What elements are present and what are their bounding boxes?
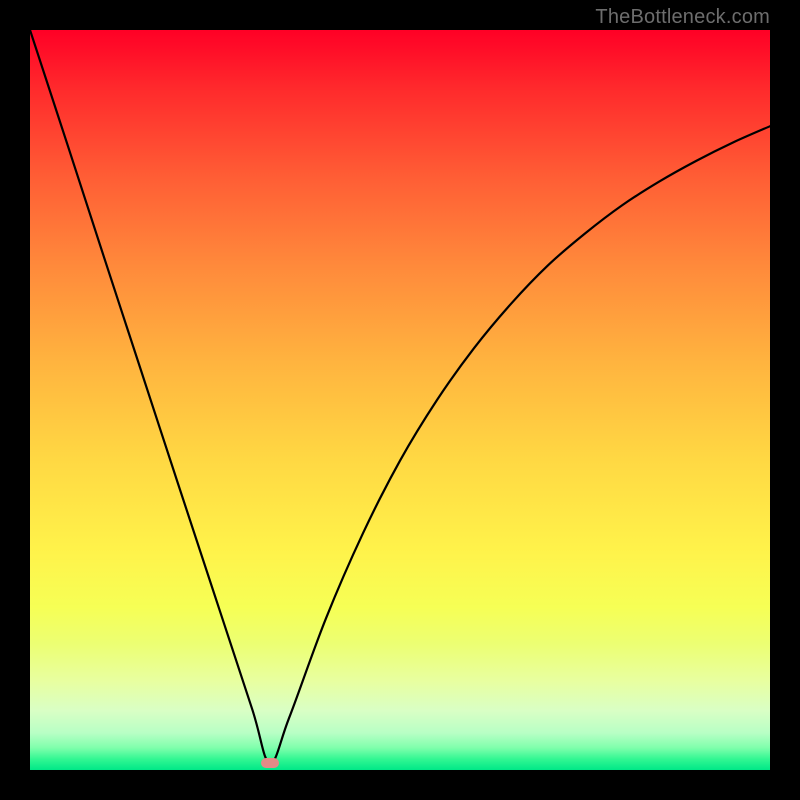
minimum-marker [261, 758, 279, 768]
chart-frame: TheBottleneck.com [0, 0, 800, 800]
bottleneck-curve [30, 30, 770, 770]
watermark-text: TheBottleneck.com [595, 6, 770, 29]
plot-area [30, 30, 770, 770]
